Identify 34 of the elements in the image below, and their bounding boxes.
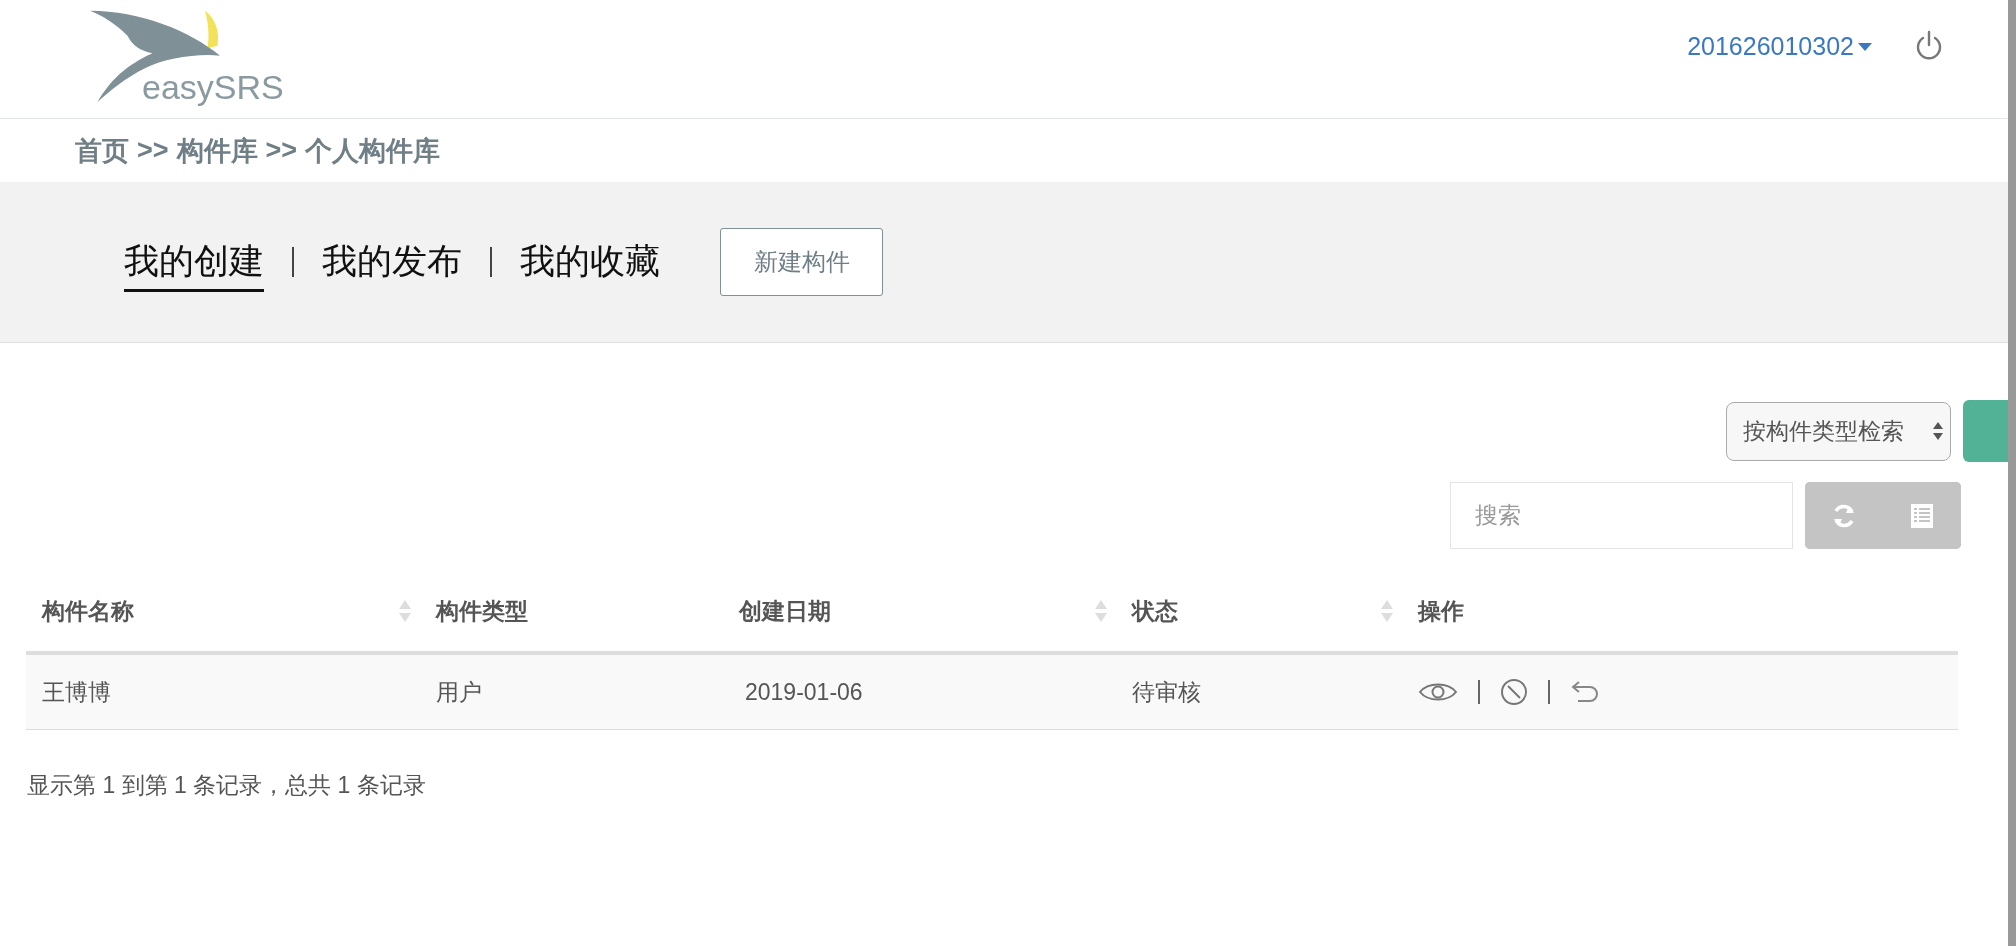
sort-arrows-icon — [1932, 421, 1944, 441]
caret-icon — [1858, 41, 1872, 51]
ban-icon[interactable] — [1500, 678, 1528, 706]
user-menu[interactable]: 201626010302 — [1687, 31, 1872, 61]
column-header[interactable]: 操作 — [1402, 571, 1958, 651]
list-icon — [1910, 502, 1934, 529]
sort-icon[interactable] — [1380, 598, 1394, 624]
sort-icon[interactable] — [1094, 598, 1108, 624]
table-cell-text: 王博博 — [42, 677, 111, 707]
breadcrumb-link[interactable]: 构件库 — [176, 132, 258, 169]
column-header[interactable]: 状态 — [1116, 571, 1402, 651]
tab[interactable]: 我的创建 — [124, 232, 264, 292]
breadcrumb-link[interactable]: 首页 — [75, 132, 129, 169]
tab[interactable]: 我的发布 — [322, 232, 462, 292]
power-icon[interactable] — [1914, 30, 1944, 62]
filter-select[interactable]: 按构件类型检索 — [1726, 401, 1951, 461]
breadcrumb-link[interactable]: 个人构件库 — [305, 132, 441, 169]
search-button[interactable] — [1963, 400, 2008, 462]
new-component-button[interactable]: 新建构件 — [720, 228, 883, 296]
search-field[interactable]: 搜索 — [1450, 482, 1793, 549]
breadcrumb-separator: >> — [265, 135, 298, 166]
table-cell-text: 用户 — [436, 677, 482, 707]
table-cell: 2019-01-06 — [745, 678, 863, 706]
breadcrumb-separator: >> — [137, 135, 169, 166]
refresh-icon — [1831, 502, 1857, 529]
tab[interactable]: 我的收藏 — [520, 232, 660, 292]
column-header[interactable]: 创建日期 — [723, 571, 1116, 651]
logo-text: easySRS — [142, 68, 284, 107]
sort-icon[interactable] — [398, 598, 412, 624]
column-header[interactable]: 构件名称 — [26, 571, 420, 651]
table-cell-text: 待审核 — [1132, 677, 1201, 707]
pagination-info: 显示第 1 到第 1 条记录，总共 1 条记录 — [27, 771, 427, 800]
column-header[interactable]: 构件类型 — [420, 571, 723, 651]
undo-icon[interactable] — [1570, 681, 1600, 703]
